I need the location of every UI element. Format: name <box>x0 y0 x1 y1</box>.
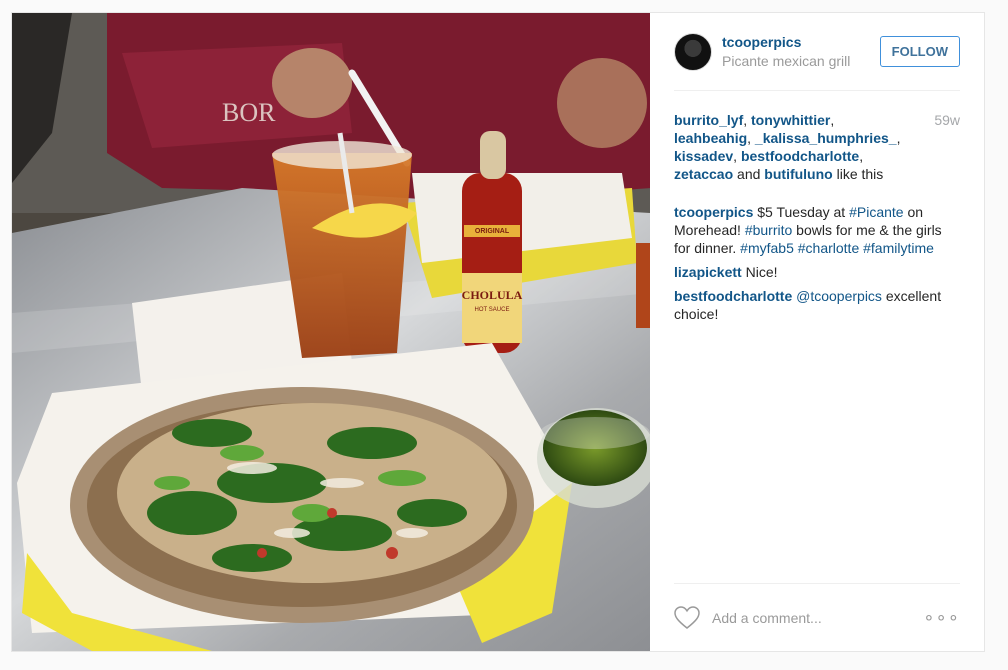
comment-text: $5 Tuesday at <box>757 204 850 220</box>
post-sidebar: tcooperpics Picante mexican grill FOLLOW… <box>650 13 984 651</box>
hot-sauce-label-text: CHOLULA <box>462 288 523 302</box>
hot-sauce-sub-text: HOT SAUCE <box>475 307 510 313</box>
post-header: tcooperpics Picante mexican grill FOLLOW <box>674 13 960 91</box>
avatar[interactable] <box>674 32 712 71</box>
liker-link[interactable]: bestfoodcharlotte <box>741 148 859 164</box>
hashtag-link[interactable]: #burrito <box>745 222 792 238</box>
hashtag-link[interactable]: #myfab5 <box>740 240 794 256</box>
post-footer: ∘∘∘ <box>674 583 960 651</box>
post-card: BOR ORIGINAL CHOLULA HOT SAUCE tcooperpi… <box>11 12 985 652</box>
liker-link[interactable]: butifuluno <box>764 166 832 182</box>
likes-suffix: like this <box>832 166 884 182</box>
liker-link[interactable]: burrito_lyf <box>674 112 743 128</box>
likes-separator: , <box>747 130 755 146</box>
likes-row: burrito_lyf, tonywhittier, leahbeahig, _… <box>674 111 960 183</box>
author-username[interactable]: tcooperpics <box>722 34 872 50</box>
likes-and: and <box>733 166 765 182</box>
liker-link[interactable]: _kalissa_humphries_ <box>755 130 897 146</box>
hashtag-link[interactable]: #Picante <box>849 204 903 220</box>
hashtag-link[interactable]: @tcooperpics <box>796 288 882 304</box>
add-comment-input[interactable] <box>712 609 924 626</box>
comment-username[interactable]: tcooperpics <box>674 204 753 220</box>
liker-link[interactable]: tonywhittier <box>751 112 830 128</box>
comment-username[interactable]: bestfoodcharlotte <box>674 288 792 304</box>
post-location[interactable]: Picante mexican grill <box>722 53 872 69</box>
liker-link[interactable]: leahbeahig <box>674 130 747 146</box>
likes-list: burrito_lyf, tonywhittier, leahbeahig, _… <box>674 111 914 183</box>
food-photo-illustration: BOR ORIGINAL CHOLULA HOT SAUCE <box>12 13 650 651</box>
comment-item: bestfoodcharlotte @tcooperpics excellent… <box>674 287 960 323</box>
liker-link[interactable]: zetaccao <box>674 166 733 182</box>
author-info: tcooperpics Picante mexican grill <box>722 34 872 69</box>
likes-separator: , <box>733 148 741 164</box>
comments-list: tcooperpics $5 Tuesday at #Picante on Mo… <box>674 203 960 323</box>
svg-text:BOR: BOR <box>222 98 276 127</box>
post-timestamp[interactable]: 59w <box>934 111 960 183</box>
post-photo[interactable]: BOR ORIGINAL CHOLULA HOT SAUCE <box>12 13 650 651</box>
heart-icon[interactable] <box>674 605 700 630</box>
follow-button[interactable]: FOLLOW <box>879 36 960 67</box>
hashtag-link[interactable]: #charlotte <box>798 240 859 256</box>
liker-link[interactable]: kissadev <box>674 148 733 164</box>
likes-separator: , <box>859 148 864 164</box>
hashtag-link[interactable]: #familytime <box>863 240 934 256</box>
likes-separator: , <box>743 112 752 128</box>
more-options-icon[interactable]: ∘∘∘ <box>923 607 960 628</box>
hot-sauce-top-text: ORIGINAL <box>475 228 510 235</box>
caption: tcooperpics $5 Tuesday at #Picante on Mo… <box>674 203 960 257</box>
comment-text: Nice! <box>745 264 778 280</box>
likes-separator: , <box>896 130 901 146</box>
likes-separator: , <box>830 112 835 128</box>
comment-item: lizapickett Nice! <box>674 263 960 281</box>
comment-username[interactable]: lizapickett <box>674 264 742 280</box>
